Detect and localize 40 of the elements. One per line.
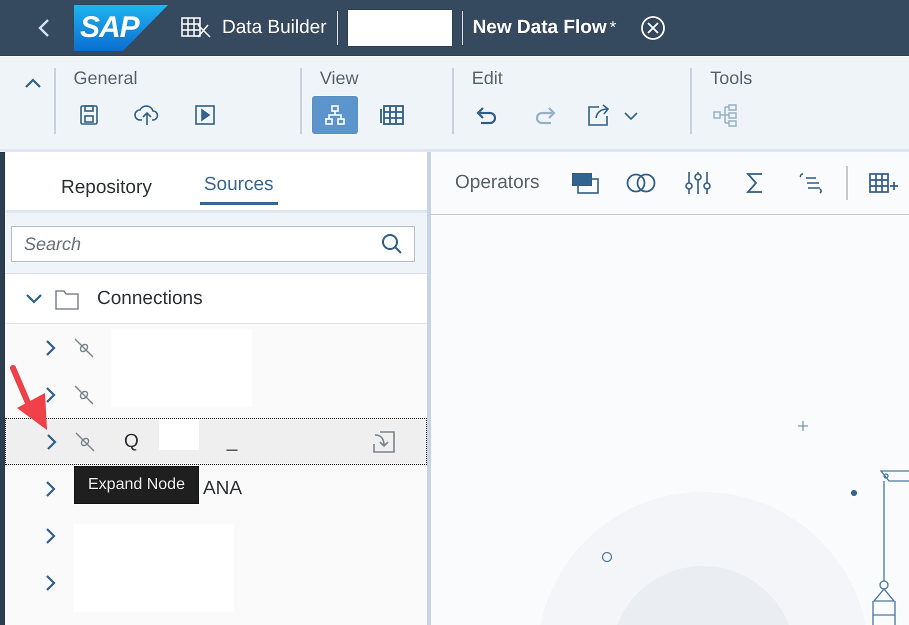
group-label: Tools <box>709 68 754 90</box>
group-label: General <box>72 68 139 90</box>
group-label: Edit <box>470 68 504 90</box>
app-name: Data Builder <box>222 17 327 39</box>
expand-node-tooltip: Expand Node <box>74 466 199 504</box>
table-plus-icon <box>868 171 900 195</box>
connection-label[interactable]: _ <box>226 430 238 452</box>
panel-tab[interactable]: Sources <box>200 152 278 205</box>
operators-label: Operators <box>455 172 540 194</box>
tree-folder-label[interactable]: Connections <box>97 288 203 310</box>
overlapping-circles-icon <box>626 172 656 194</box>
sigma-icon <box>744 172 765 194</box>
redo-icon <box>534 105 556 125</box>
unsaved-mark: * <box>610 18 616 38</box>
save-icon <box>78 104 99 126</box>
back-icon[interactable] <box>38 18 50 38</box>
hierarchy-icon <box>324 104 346 126</box>
cloud-upload-icon <box>134 103 160 127</box>
script-icon <box>798 172 824 194</box>
play-icon <box>194 104 216 126</box>
undo-icon <box>476 105 498 125</box>
group-label: View <box>318 68 360 90</box>
tree-row[interactable]: Q _ <box>5 418 427 465</box>
import-icon[interactable] <box>372 430 396 454</box>
grid-icon <box>380 103 406 127</box>
stacked-windows-icon <box>570 172 599 194</box>
document-title: New Data Flow <box>472 17 607 39</box>
sap-logo: SAP <box>74 5 168 51</box>
tree-icon <box>712 103 738 127</box>
connection-label[interactable]: ANA <box>203 478 242 500</box>
close-icon[interactable] <box>640 15 666 41</box>
search-field[interactable]: Search <box>11 226 415 262</box>
collapse-icon[interactable] <box>24 77 42 89</box>
sliders-icon <box>684 171 711 195</box>
panel-tab[interactable]: Repository <box>57 152 156 210</box>
connection-label[interactable]: Q <box>124 430 139 452</box>
diagram-button[interactable] <box>312 96 358 134</box>
folder-icon <box>55 288 79 310</box>
share-icon <box>586 103 639 127</box>
search-icon[interactable] <box>381 233 403 255</box>
